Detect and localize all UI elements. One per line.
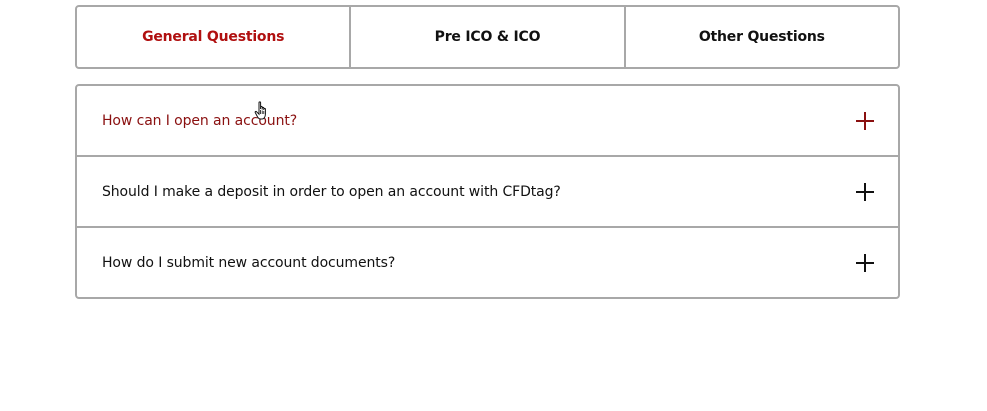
faq-item-submit-documents[interactable]: How do I submit new account documents? <box>77 226 898 297</box>
faq-question: How do I submit new account documents? <box>102 254 396 271</box>
tab-general-questions[interactable]: General Questions <box>77 7 349 67</box>
plus-icon[interactable] <box>856 111 874 130</box>
tab-other-questions[interactable]: Other Questions <box>623 7 898 67</box>
plus-icon[interactable] <box>856 182 874 201</box>
faq-item-deposit[interactable]: Should I make a deposit in order to open… <box>77 155 898 226</box>
faq-tabs: General Questions Pre ICO & ICO Other Qu… <box>75 5 900 69</box>
faq-question: Should I make a deposit in order to open… <box>102 183 561 200</box>
hand-pointer-icon <box>254 101 266 120</box>
faq-accordion: How can I open an account? Should I make… <box>75 84 900 299</box>
tab-pre-ico-ico[interactable]: Pre ICO & ICO <box>349 7 623 67</box>
plus-icon[interactable] <box>856 253 874 272</box>
faq-item-open-account[interactable]: How can I open an account? <box>77 86 898 155</box>
